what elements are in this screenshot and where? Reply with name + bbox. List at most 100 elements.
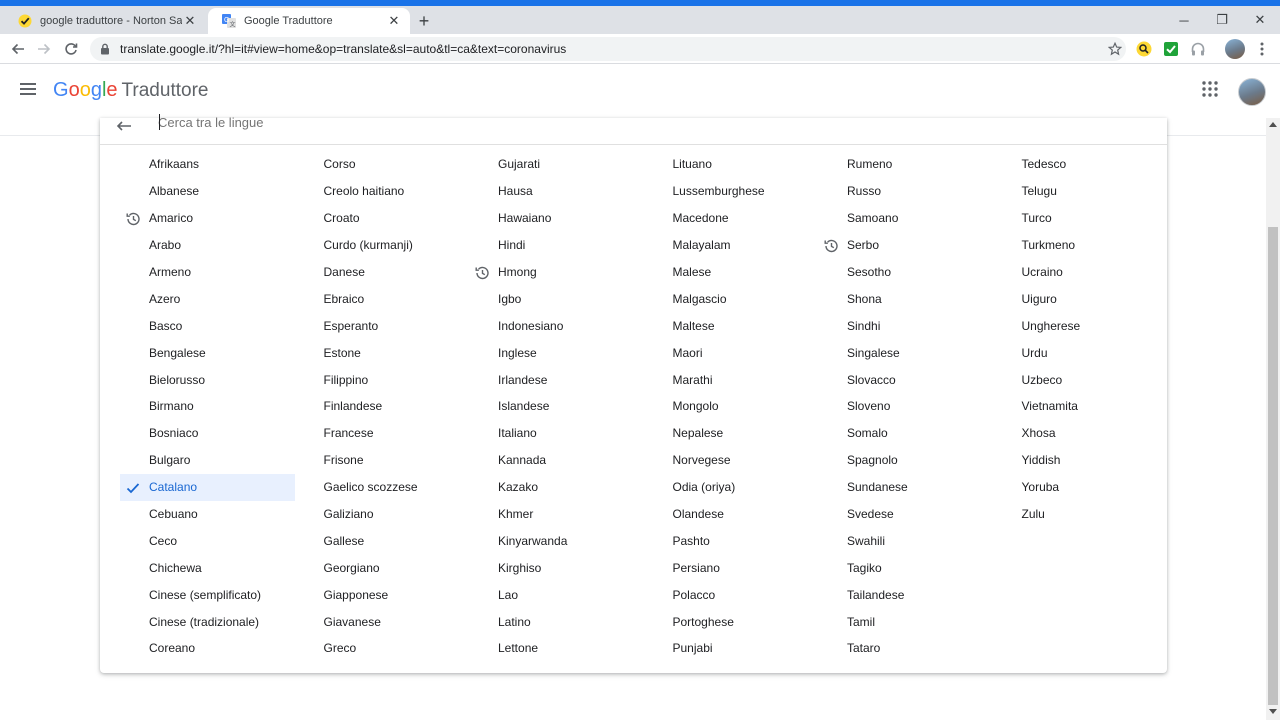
language-option[interactable]: Bosniaco	[120, 420, 295, 447]
language-option[interactable]: Sesotho	[818, 259, 993, 286]
tab-norton-search[interactable]: google traduttore - Norton Safe ✕	[4, 8, 206, 34]
back-button[interactable]	[8, 39, 28, 59]
norton-check-icon[interactable]	[1163, 41, 1179, 57]
language-option[interactable]: Frisone	[295, 447, 470, 474]
language-option[interactable]: Khmer	[469, 501, 644, 528]
language-option[interactable]: Olandese	[644, 501, 819, 528]
norton-search-icon[interactable]	[1136, 41, 1152, 57]
language-option[interactable]: Serbo	[818, 232, 993, 259]
language-option[interactable]: Armeno	[120, 259, 295, 286]
language-option[interactable]: Bulgaro	[120, 447, 295, 474]
address-bar[interactable]: translate.google.it/?hl=it#view=home&op=…	[90, 37, 1126, 61]
scroll-down-arrow[interactable]	[1269, 709, 1277, 714]
restore-button[interactable]: ❐	[1205, 10, 1239, 30]
language-option[interactable]: Amarico	[120, 205, 295, 232]
language-option[interactable]: Italiano	[469, 420, 644, 447]
language-option[interactable]: Corso	[295, 151, 470, 178]
language-option[interactable]: Basco	[120, 312, 295, 339]
language-option[interactable]: Ungherese	[993, 312, 1168, 339]
language-option[interactable]: Tedesco	[993, 151, 1168, 178]
language-option[interactable]: Sundanese	[818, 474, 993, 501]
language-option[interactable]: Lao	[469, 581, 644, 608]
close-icon[interactable]: ✕	[386, 13, 402, 29]
window-close-button[interactable]: ✕	[1243, 10, 1277, 30]
language-option[interactable]: Marathi	[644, 366, 819, 393]
language-option[interactable]: Lussemburghese	[644, 178, 819, 205]
language-option[interactable]: Igbo	[469, 285, 644, 312]
language-option[interactable]: Sindhi	[818, 312, 993, 339]
language-option[interactable]: Cinese (tradizionale)	[120, 608, 295, 635]
language-option[interactable]: Estone	[295, 339, 470, 366]
language-option[interactable]: Somalo	[818, 420, 993, 447]
language-option[interactable]: Mongolo	[644, 393, 819, 420]
language-option[interactable]: Kirghiso	[469, 554, 644, 581]
language-option[interactable]: Malgascio	[644, 285, 819, 312]
language-option[interactable]: Francese	[295, 420, 470, 447]
language-option[interactable]: Tamil	[818, 608, 993, 635]
language-option[interactable]: Svedese	[818, 501, 993, 528]
language-option[interactable]: Giavanese	[295, 608, 470, 635]
language-option[interactable]: Kazako	[469, 474, 644, 501]
language-option[interactable]: Uzbeco	[993, 366, 1168, 393]
language-option[interactable]: Coreano	[120, 635, 295, 662]
language-option[interactable]: Gallese	[295, 527, 470, 554]
language-option[interactable]: Creolo haitiano	[295, 178, 470, 205]
language-option[interactable]: Odia (oriya)	[644, 474, 819, 501]
language-option[interactable]: Giapponese	[295, 581, 470, 608]
language-option[interactable]: Zulu	[993, 501, 1168, 528]
language-option[interactable]: Sloveno	[818, 393, 993, 420]
close-icon[interactable]: ✕	[182, 13, 198, 29]
language-option[interactable]: Latino	[469, 608, 644, 635]
tab-google-traduttore[interactable]: G文 Google Traduttore ✕	[208, 8, 410, 34]
language-option[interactable]: Gujarati	[469, 151, 644, 178]
language-option[interactable]: Hindi	[469, 232, 644, 259]
language-option[interactable]: Polacco	[644, 581, 819, 608]
language-option[interactable]: Maltese	[644, 312, 819, 339]
language-option[interactable]: Macedone	[644, 205, 819, 232]
language-option[interactable]: Punjabi	[644, 635, 819, 662]
menu-dots-icon[interactable]	[1254, 41, 1270, 57]
language-option[interactable]: Russo	[818, 178, 993, 205]
language-option[interactable]: Afrikaans	[120, 151, 295, 178]
language-option[interactable]: Bengalese	[120, 339, 295, 366]
scrollbar-thumb[interactable]	[1268, 227, 1278, 705]
language-option[interactable]: Xhosa	[993, 420, 1168, 447]
forward-button[interactable]	[34, 39, 54, 59]
language-option[interactable]: Cinese (semplificato)	[120, 581, 295, 608]
language-option[interactable]: Portoghese	[644, 608, 819, 635]
language-option[interactable]: Bielorusso	[120, 366, 295, 393]
language-option[interactable]: Danese	[295, 259, 470, 286]
language-option[interactable]: Kannada	[469, 447, 644, 474]
language-option[interactable]: Urdu	[993, 339, 1168, 366]
language-option[interactable]: Albanese	[120, 178, 295, 205]
bookmark-star-icon[interactable]	[1104, 42, 1126, 56]
language-option[interactable]: Samoano	[818, 205, 993, 232]
profile-avatar[interactable]	[1225, 39, 1245, 59]
language-option[interactable]: Gaelico scozzese	[295, 474, 470, 501]
language-option[interactable]: Cebuano	[120, 501, 295, 528]
google-translate-logo[interactable]: Google Traduttore	[53, 79, 208, 102]
language-option[interactable]: Chichewa	[120, 554, 295, 581]
language-option[interactable]: Persiano	[644, 554, 819, 581]
language-option[interactable]: Vietnamita	[993, 393, 1168, 420]
language-option[interactable]: Croato	[295, 205, 470, 232]
account-avatar[interactable]	[1238, 78, 1266, 106]
scroll-up-arrow[interactable]	[1269, 122, 1277, 127]
language-option[interactable]: Filippino	[295, 366, 470, 393]
new-tab-button[interactable]: +	[414, 12, 434, 32]
language-option[interactable]: Indonesiano	[469, 312, 644, 339]
language-option[interactable]: Slovacco	[818, 366, 993, 393]
back-arrow-icon[interactable]	[116, 118, 132, 134]
language-option[interactable]: Pashto	[644, 527, 819, 554]
language-option[interactable]: Curdo (kurmanji)	[295, 232, 470, 259]
language-option[interactable]: Tagiko	[818, 554, 993, 581]
language-option[interactable]: Esperanto	[295, 312, 470, 339]
language-option[interactable]: Turco	[993, 205, 1168, 232]
language-option[interactable]: Ceco	[120, 527, 295, 554]
page-scrollbar[interactable]	[1266, 118, 1280, 720]
language-option[interactable]: Birmano	[120, 393, 295, 420]
language-option[interactable]: Hmong	[469, 259, 644, 286]
language-option[interactable]: Galiziano	[295, 501, 470, 528]
language-option[interactable]: Catalano	[120, 473, 295, 501]
language-option[interactable]: Lituano	[644, 151, 819, 178]
